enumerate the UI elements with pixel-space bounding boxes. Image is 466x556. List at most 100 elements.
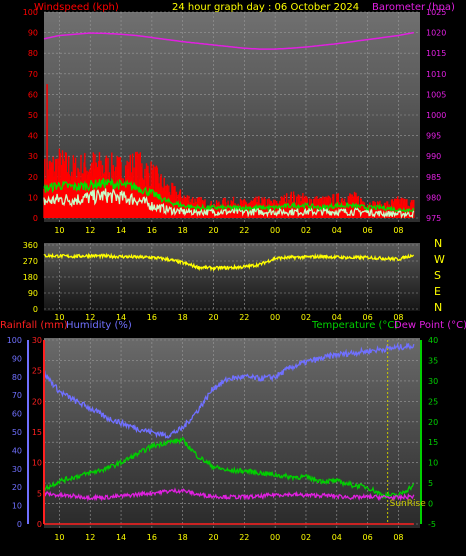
barometer-tick-label: 1015 — [426, 49, 446, 58]
barometer-tick-label: 975 — [426, 214, 441, 223]
wind-tick-label: 70 — [28, 70, 38, 79]
x-tick-label: 02 — [301, 313, 311, 322]
x-tick-label: 22 — [239, 226, 249, 235]
humidity-tick-label: 0 — [17, 520, 22, 529]
x-tick-label: 12 — [85, 226, 95, 235]
temperature-tick-label: 10 — [428, 459, 438, 468]
x-tick-label: 14 — [116, 533, 126, 542]
temperature-tick-label: -5 — [428, 520, 436, 529]
temperature-tick-label: 20 — [428, 418, 438, 427]
humidity-tick-label: 50 — [12, 428, 22, 437]
weather-graph-svg: Windspeed (kph) 24 hour graph day : 06 O… — [0, 2, 466, 542]
humidity-tick-label: 80 — [12, 373, 22, 382]
temperature-label: Temperature (°C) — [311, 320, 398, 331]
x-tick-label: 18 — [178, 226, 188, 235]
compass-label: N — [434, 237, 442, 250]
x-tick-label: 20 — [208, 226, 218, 235]
wind-tick-label: 90 — [28, 29, 38, 38]
x-tick-label: 00 — [270, 226, 280, 235]
wind-tick-label: 40 — [28, 132, 38, 141]
x-tick-label: 22 — [239, 533, 249, 542]
x-tick-label: 16 — [147, 313, 157, 322]
direction-tick-label: 90 — [28, 289, 38, 298]
wind-tick-label: 80 — [28, 49, 38, 58]
direction-tick-label: 360 — [23, 241, 38, 250]
x-tick-label: 08 — [393, 533, 403, 542]
humidity-label: Humidity (%) — [66, 320, 132, 331]
x-tick-label: 04 — [332, 226, 342, 235]
x-tick-label: 14 — [116, 226, 126, 235]
temperature-tick-label: 0 — [428, 500, 433, 509]
wind-tick-label: 20 — [28, 173, 38, 182]
compass-label: W — [434, 253, 445, 266]
humidity-tick-label: 60 — [12, 410, 22, 419]
humidity-tick-label: 40 — [12, 446, 22, 455]
dewpoint-label: Dew Point (°C) — [394, 320, 466, 331]
temperature-tick-label: 35 — [428, 356, 438, 365]
rain-tick-label: 10 — [32, 459, 42, 468]
x-tick-label: 02 — [301, 533, 311, 542]
x-tick-label: 02 — [301, 226, 311, 235]
x-tick-label: 10 — [54, 226, 64, 235]
rain-tick-label: 20 — [32, 397, 42, 406]
barometer-tick-label: 1000 — [426, 111, 446, 120]
x-tick-label: 18 — [178, 533, 188, 542]
wind-header: Windspeed (kph) — [34, 2, 119, 13]
x-tick-label: 16 — [147, 533, 157, 542]
temperature-tick-label: 25 — [428, 397, 438, 406]
barometer-tick-label: 1020 — [426, 29, 446, 38]
weather-graph: Windspeed (kph) 24 hour graph day : 06 O… — [0, 0, 466, 552]
sunrise-label: SunRise — [390, 499, 427, 509]
barometer-tick-label: 980 — [426, 193, 441, 202]
barometer-tick-label: 985 — [426, 173, 441, 182]
rainfall-label: Rainfall (mm) — [0, 320, 68, 331]
humidity-tick-label: 100 — [7, 336, 22, 345]
temperature-tick-label: 30 — [428, 377, 438, 386]
wind-tick-label: 50 — [28, 111, 38, 120]
x-tick-label: 16 — [147, 226, 157, 235]
direction-tick-label: 270 — [23, 257, 38, 266]
barometer-tick-label: 990 — [426, 152, 441, 161]
x-tick-label: 04 — [332, 533, 342, 542]
x-tick-label: 00 — [270, 313, 280, 322]
x-tick-label: 08 — [393, 226, 403, 235]
wind-tick-label: 10 — [28, 193, 38, 202]
humidity-tick-label: 70 — [12, 391, 22, 400]
rain-tick-label: 15 — [32, 428, 42, 437]
barometer-tick-label: 1025 — [426, 8, 446, 17]
direction-tick-label: 0 — [33, 305, 38, 314]
humidity-tick-label: 30 — [12, 465, 22, 474]
wind-tick-label: 100 — [23, 8, 38, 17]
temperature-tick-label: 5 — [428, 479, 433, 488]
x-tick-label: 20 — [208, 313, 218, 322]
x-tick-label: 10 — [54, 533, 64, 542]
direction-tick-label: 180 — [23, 273, 38, 282]
x-tick-label: 22 — [239, 313, 249, 322]
rain-tick-label: 30 — [32, 336, 42, 345]
chart-title: 24 hour graph day : 06 October 2024 — [172, 2, 359, 13]
rain-tick-label: 25 — [32, 367, 42, 376]
barometer-tick-label: 1010 — [426, 70, 446, 79]
wind-tick-label: 60 — [28, 90, 38, 99]
x-tick-label: 18 — [178, 313, 188, 322]
compass-label: E — [434, 285, 441, 298]
x-tick-label: 20 — [208, 533, 218, 542]
wind-tick-label: 30 — [28, 152, 38, 161]
humidity-tick-label: 20 — [12, 483, 22, 492]
humidity-tick-label: 10 — [12, 502, 22, 511]
x-tick-label: 00 — [270, 533, 280, 542]
wind-tick-label: 0 — [33, 214, 38, 223]
compass-label: N — [434, 301, 442, 314]
temperature-tick-label: 15 — [428, 438, 438, 447]
compass-label: S — [434, 269, 441, 282]
x-tick-label: 12 — [85, 533, 95, 542]
x-tick-label: 06 — [363, 226, 373, 235]
humidity-tick-label: 90 — [12, 354, 22, 363]
rain-tick-label: 5 — [37, 489, 42, 498]
barometer-tick-label: 995 — [426, 132, 441, 141]
x-tick-label: 06 — [363, 533, 373, 542]
temperature-tick-label: 40 — [428, 336, 438, 345]
temperature-panel — [44, 338, 420, 528]
barometer-tick-label: 1005 — [426, 90, 446, 99]
rain-tick-label: 0 — [37, 520, 42, 529]
